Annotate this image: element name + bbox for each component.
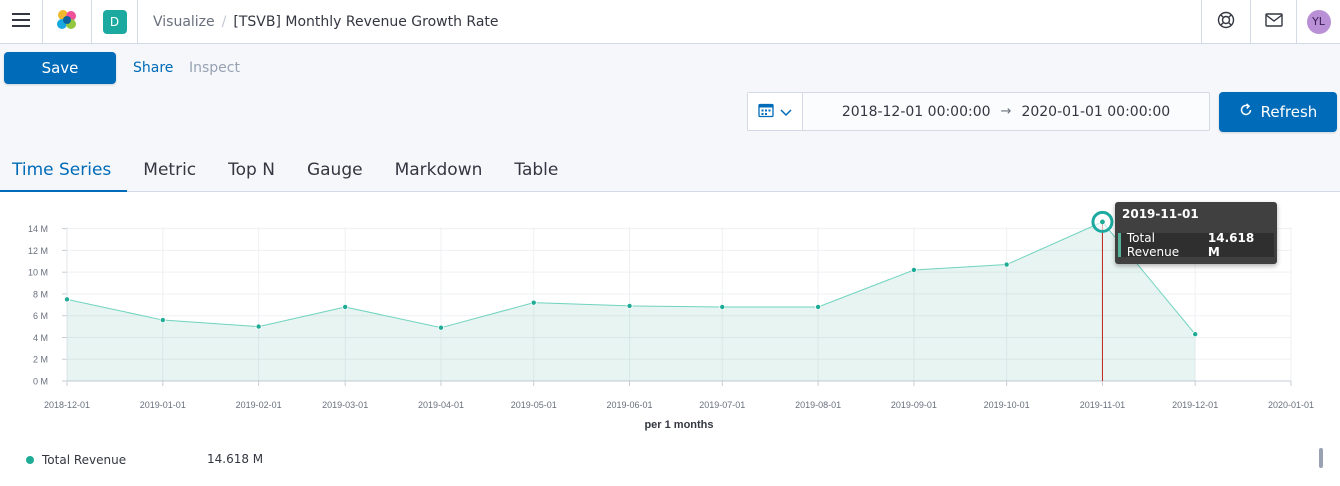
series-area xyxy=(67,221,1196,381)
data-point xyxy=(719,303,726,310)
x-tick-label: 2019-04-01 xyxy=(418,400,464,410)
x-tick-label: 2019-09-01 xyxy=(891,400,937,410)
y-tick-label: 12 M xyxy=(28,246,48,256)
end-date-button[interactable]: 2020-01-01 00:00:00 xyxy=(1021,104,1170,120)
data-point xyxy=(342,303,349,310)
space-avatar: D xyxy=(102,9,127,34)
tab-table[interactable]: Table xyxy=(498,150,574,192)
x-tick-label: 2019-12-01 xyxy=(1172,400,1218,410)
x-tick-label: 2020-01-01 xyxy=(1268,400,1314,410)
tooltip-value: 14.618 M xyxy=(1207,231,1255,259)
arrow-right-icon: → xyxy=(1000,104,1012,119)
legend-value: 14.618 M xyxy=(207,452,264,466)
legend-label: Total Revenue xyxy=(42,453,127,467)
breadcrumb-visualize[interactable]: Visualize xyxy=(153,14,215,30)
x-axis-label: per 1 months xyxy=(644,419,713,431)
tooltip-date: 2019-11-01 xyxy=(1122,207,1199,221)
y-tick-label: 14 M xyxy=(28,224,48,234)
user-menu-button[interactable]: YL xyxy=(1296,0,1340,43)
visualize-toolbar: Save Share Inspect 2018-12-01 00:00:00 →… xyxy=(0,44,1340,192)
refresh-icon xyxy=(1239,103,1253,121)
data-point xyxy=(530,299,537,306)
x-tick-label: 2019-10-01 xyxy=(984,400,1030,410)
refresh-button[interactable]: Refresh xyxy=(1219,92,1337,132)
data-point xyxy=(1003,261,1010,268)
legend-dot xyxy=(26,456,34,464)
data-point xyxy=(910,266,917,273)
tab-metric[interactable]: Metric xyxy=(127,150,212,192)
x-tick-label: 2019-03-01 xyxy=(322,400,368,410)
avatar: YL xyxy=(1306,9,1331,34)
y-tick-label: 0 M xyxy=(33,377,48,387)
tab-markdown[interactable]: Markdown xyxy=(379,150,499,192)
tooltip-row: Total Revenue 14.618 M xyxy=(1118,231,1274,259)
data-point xyxy=(815,303,822,310)
tab-top-n[interactable]: Top N xyxy=(212,150,291,192)
x-tick-label: 2018-12-01 xyxy=(44,400,90,410)
tooltip-series-color xyxy=(1118,233,1121,257)
breadcrumb-current: [TSVB] Monthly Revenue Growth Rate xyxy=(233,13,499,30)
menu-icon xyxy=(12,12,30,31)
x-tick-label: 2019-01-01 xyxy=(140,400,186,410)
space-selector[interactable]: D xyxy=(92,0,138,43)
calendar-icon xyxy=(758,102,774,122)
x-tick-label: 2019-07-01 xyxy=(699,400,745,410)
tab-time-series[interactable]: Time Series xyxy=(0,150,128,192)
y-tick-label: 4 M xyxy=(33,333,48,343)
chart-tooltip: 2019-11-01 Total Revenue 14.618 M xyxy=(1115,202,1277,264)
y-tick-label: 6 M xyxy=(33,311,48,321)
refresh-label: Refresh xyxy=(1260,103,1318,121)
highlight-point-center xyxy=(1100,219,1105,225)
chevron-down-icon xyxy=(780,102,792,121)
help-button[interactable] xyxy=(1201,0,1250,43)
x-tick-label: 2019-11-01 xyxy=(1080,400,1125,410)
top-nav-bar: D Visualize / [TSVB] Monthly Revenue Gro… xyxy=(0,0,1340,44)
home-logo-button[interactable] xyxy=(43,0,92,43)
elastic-logo-icon xyxy=(55,8,79,36)
save-button[interactable]: Save xyxy=(4,52,116,84)
data-point xyxy=(159,317,166,324)
y-tick-label: 8 M xyxy=(33,289,48,299)
legend-item[interactable]: Total Revenue 14.618 M xyxy=(26,452,263,468)
data-point xyxy=(437,324,444,331)
x-tick-label: 2019-06-01 xyxy=(607,400,653,410)
menu-button[interactable] xyxy=(0,0,43,43)
data-point xyxy=(255,323,262,330)
scrollbar[interactable] xyxy=(1319,448,1323,468)
y-tick-label: 10 M xyxy=(28,268,48,278)
x-tick-label: 2019-08-01 xyxy=(795,400,841,410)
share-link[interactable]: Share xyxy=(133,60,173,76)
date-range: 2018-12-01 00:00:00 → 2020-01-01 00:00:0… xyxy=(803,93,1209,130)
data-point xyxy=(64,296,71,303)
breadcrumb-separator: / xyxy=(221,13,227,30)
breadcrumb: Visualize / [TSVB] Monthly Revenue Growt… xyxy=(153,0,499,43)
data-point xyxy=(626,302,633,309)
quick-menu-button[interactable] xyxy=(748,93,803,130)
x-tick-label: 2019-02-01 xyxy=(236,400,282,410)
start-date-button[interactable]: 2018-12-01 00:00:00 xyxy=(842,104,991,120)
mail-icon xyxy=(1264,12,1283,31)
tsvb-tabs: Time Series Metric Top N Gauge Markdown … xyxy=(0,150,574,192)
y-tick-label: 2 M xyxy=(33,355,48,365)
data-point xyxy=(1192,331,1199,338)
newsfeed-button[interactable] xyxy=(1250,0,1296,43)
x-tick-label: 2019-05-01 xyxy=(511,400,557,410)
tooltip-label: Total Revenue xyxy=(1126,231,1180,259)
tab-gauge[interactable]: Gauge xyxy=(291,150,379,192)
inspect-link[interactable]: Inspect xyxy=(189,60,240,76)
help-icon xyxy=(1217,11,1235,33)
date-picker: 2018-12-01 00:00:00 → 2020-01-01 00:00:0… xyxy=(747,92,1210,131)
